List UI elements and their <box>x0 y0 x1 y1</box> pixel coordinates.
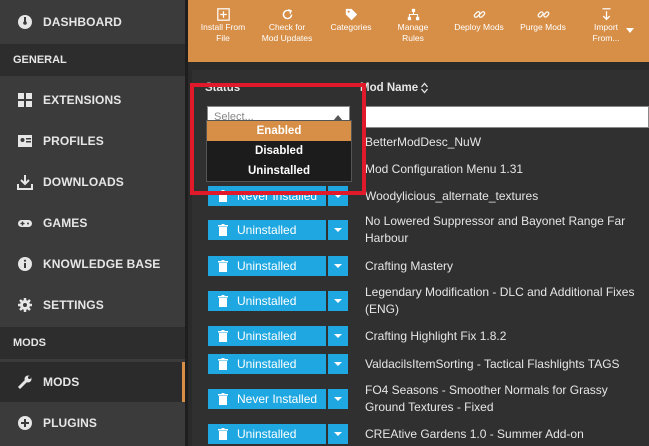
highlight-box <box>190 83 366 195</box>
unlink-icon <box>537 11 549 18</box>
info-icon <box>17 256 33 272</box>
status-button[interactable]: Uninstalled <box>208 424 326 444</box>
mod-name: Legendary Modification - DLC and Additio… <box>365 285 635 316</box>
sidebar-item-label: PLUGINS <box>43 416 98 430</box>
status-button[interactable]: Uninstalled <box>208 291 326 311</box>
chevron-down-icon <box>334 299 342 303</box>
dashboard-icon <box>17 14 33 30</box>
mod-name: Woodylicious_alternate_textures <box>365 189 539 203</box>
manage-rules-button[interactable]: Manage Rules <box>388 8 438 44</box>
gear-icon <box>17 297 33 313</box>
mod-name: Crafting Highlight Fix 1.8.2 <box>365 329 507 343</box>
chevron-down-icon <box>334 228 342 232</box>
sidebar-item-dashboard[interactable]: DASHBOARD <box>0 2 185 42</box>
link-icon <box>473 11 485 18</box>
sidebar-item-extensions[interactable]: EXTENSIONS <box>0 80 185 120</box>
mod-name: ValdacilsItemSorting - Tactical Flashlig… <box>365 357 620 371</box>
rules-icon <box>407 8 419 21</box>
sidebar-item-mods[interactable]: MODS <box>0 362 185 402</box>
sidebar-item-games[interactable]: GAMES <box>0 203 185 243</box>
trash-icon <box>218 393 228 405</box>
mod-name-filter-input[interactable] <box>363 106 649 128</box>
sidebar-item-label: GAMES <box>43 216 88 230</box>
chevron-down-icon <box>334 264 342 268</box>
mod-name: No Lowered Suppressor and Bayonet Range … <box>365 214 626 245</box>
chevron-down-icon <box>334 432 342 436</box>
status-dropdown-button[interactable] <box>328 256 348 276</box>
trash-icon <box>218 330 228 342</box>
import-icon <box>601 8 611 21</box>
sidebar-item-label: DASHBOARD <box>43 15 122 29</box>
refresh-icon <box>282 9 292 20</box>
gamepad-icon <box>17 215 33 231</box>
sidebar-item-label: EXTENSIONS <box>43 93 122 107</box>
mod-name: Crafting Mastery <box>365 259 454 273</box>
status-dropdown-button[interactable] <box>328 424 348 444</box>
status-button[interactable]: Never Installed <box>208 389 326 409</box>
install-from-file-button[interactable]: Install From File <box>198 8 248 44</box>
plus-circle-icon <box>17 415 33 431</box>
status-dropdown-button[interactable] <box>328 291 348 311</box>
mod-name: BetterModDesc_NuW <box>365 135 482 149</box>
sidebar-item-label: PROFILES <box>43 134 104 148</box>
sidebar-item-knowledge-base[interactable]: KNOWLEDGE BASE <box>0 244 185 284</box>
sidebar-item-profiles[interactable]: PROFILES <box>0 121 185 161</box>
chevron-down-icon <box>334 397 342 401</box>
sidebar-item-label: DOWNLOADS <box>43 175 124 189</box>
mod-name: FO4 Seasons - Smoother Normals for Grass… <box>365 383 608 414</box>
status-button[interactable]: Uninstalled <box>208 256 326 276</box>
mod-name-column-header[interactable]: Mod Name <box>360 82 418 94</box>
section-header-mods: MODS <box>0 327 185 359</box>
status-button[interactable]: Uninstalled <box>208 354 326 374</box>
mod-name: Mod Configuration Menu 1.31 <box>365 162 524 176</box>
sidebar-item-settings[interactable]: SETTINGS <box>0 285 185 325</box>
status-dropdown-button[interactable] <box>328 389 348 409</box>
section-header-general: GENERAL <box>0 44 185 76</box>
extensions-icon <box>17 92 33 108</box>
trash-icon <box>218 358 228 370</box>
sidebar-item-plugins[interactable]: PLUGINS <box>0 403 185 443</box>
check-mod-updates-button[interactable]: Check for Mod Updates <box>258 8 316 44</box>
toolbar: Install From File Check for Mod Updates … <box>188 0 649 62</box>
download-icon <box>17 174 33 190</box>
profiles-icon <box>17 133 33 149</box>
chevron-down-icon <box>334 334 342 338</box>
chevron-down-icon[interactable] <box>626 28 634 33</box>
sidebar: DASHBOARD GENERAL EXTENSIONS PROFILES DO… <box>0 0 185 446</box>
status-button[interactable]: Uninstalled <box>208 220 326 240</box>
deploy-mods-button[interactable]: Deploy Mods <box>448 8 510 33</box>
trash-icon <box>218 260 228 272</box>
sidebar-item-label: KNOWLEDGE BASE <box>43 257 161 271</box>
status-dropdown-button[interactable] <box>328 326 348 346</box>
sidebar-item-downloads[interactable]: DOWNLOADS <box>0 162 185 202</box>
status-dropdown-button[interactable] <box>328 220 348 240</box>
status-dropdown-button[interactable] <box>328 354 348 374</box>
sort-icon[interactable] <box>420 82 429 94</box>
import-from-button[interactable]: Import From... <box>580 8 632 44</box>
trash-icon <box>218 295 228 307</box>
mod-name: CREAtive Gardens 1.0 - Summer Add-on <box>365 427 584 441</box>
chevron-down-icon <box>334 362 342 366</box>
trash-icon <box>218 428 228 440</box>
trash-icon <box>218 224 228 236</box>
status-button[interactable]: Uninstalled <box>208 326 326 346</box>
wrench-icon <box>17 374 33 390</box>
install-icon <box>216 8 230 21</box>
purge-mods-button[interactable]: Purge Mods <box>514 8 572 33</box>
sidebar-item-label: MODS <box>43 375 80 389</box>
categories-button[interactable]: Categories <box>326 8 376 33</box>
active-indicator <box>182 362 185 402</box>
tag-icon <box>345 8 357 21</box>
sidebar-item-label: SETTINGS <box>43 298 104 312</box>
